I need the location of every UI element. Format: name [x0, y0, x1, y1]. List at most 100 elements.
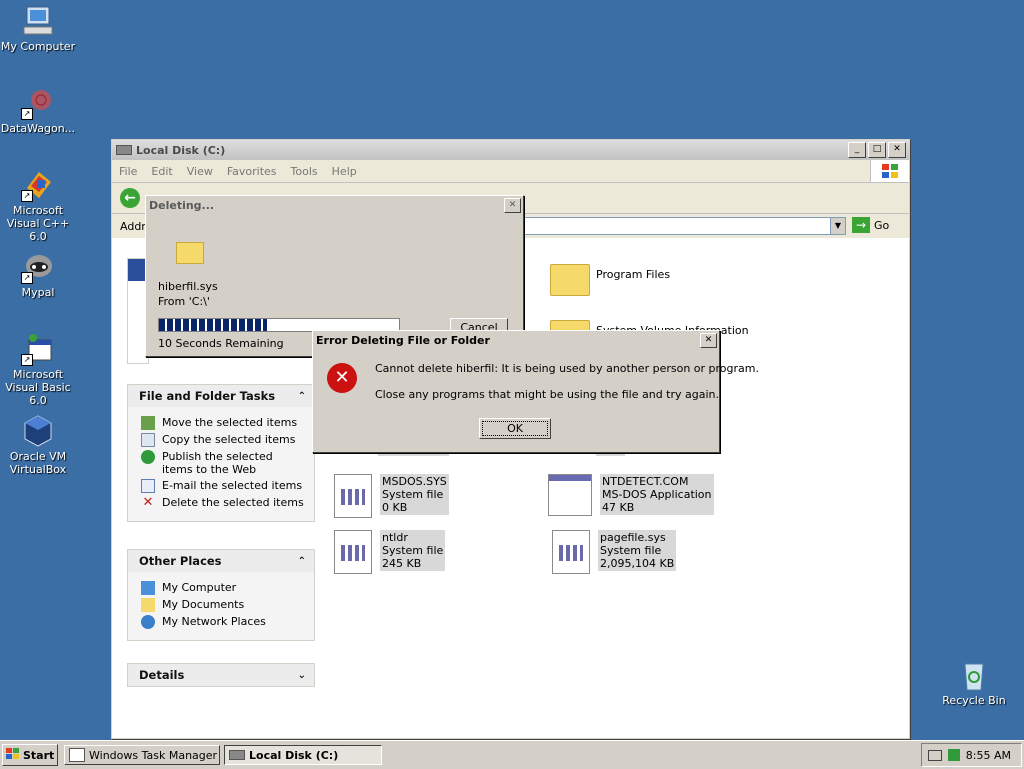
task-copy[interactable]: Copy the selected items [141, 433, 314, 447]
task-label: E-mail the selected items [162, 479, 303, 492]
collapse-icon[interactable]: ⌃ [298, 391, 306, 402]
place-my-documents[interactable]: My Documents [141, 598, 314, 612]
file-name: NTDETECT.COM [602, 475, 689, 488]
ok-button[interactable]: OK [479, 418, 551, 439]
close-button[interactable]: ✕ [700, 332, 717, 348]
recycle-bin-icon [957, 658, 991, 692]
menu-edit[interactable]: Edit [144, 165, 179, 178]
desktop-icon-visual-basic[interactable]: ↗ Microsoft Visual Basic 6.0 [0, 332, 78, 407]
menu-file[interactable]: File [112, 165, 144, 178]
start-label: Start [23, 748, 55, 762]
taskbar-button-task-manager[interactable]: Windows Task Manager [64, 745, 220, 765]
task-move[interactable]: Move the selected items [141, 416, 314, 430]
shortcut-arrow-icon: ↗ [21, 108, 33, 120]
task-publish[interactable]: Publish the selected items to the Web [141, 450, 314, 476]
task-email[interactable]: E-mail the selected items [141, 479, 314, 493]
file-size: 2,095,104 KB [600, 557, 675, 570]
file-folder-tasks-panel: File and Folder Tasks ⌃ Move the selecte… [127, 384, 315, 522]
task-label: Delete the selected items [162, 496, 304, 509]
task-delete[interactable]: ✕ Delete the selected items [141, 496, 314, 510]
file-item-msdos[interactable]: MSDOS.SYS System file 0 KB [334, 474, 449, 520]
menu-view[interactable]: View [180, 165, 220, 178]
desktop-icon-label: My Computer [0, 40, 76, 53]
file-name: Program Files [596, 268, 671, 281]
file-name: ntldr [382, 531, 408, 544]
desktop-icon-visual-cpp[interactable]: ↗ Microsoft Visual C++ 6.0 [0, 168, 78, 243]
file-type: MS-DOS Application [602, 488, 712, 501]
address-input[interactable] [522, 217, 840, 235]
menu-favorites[interactable]: Favorites [220, 165, 284, 178]
desktop-icon-mypal[interactable]: ↗ Mypal [0, 250, 78, 299]
minimize-button[interactable]: _ [848, 142, 866, 158]
start-button[interactable]: Start [2, 744, 58, 766]
desktop-icon-label: DataWagon... [0, 122, 76, 135]
ok-label: OK [507, 422, 523, 435]
panel-header[interactable]: File and Folder Tasks ⌃ [128, 385, 314, 407]
deleting-from-path: From 'C:\' [158, 295, 210, 308]
back-button[interactable]: ← [120, 188, 140, 208]
desktop-icon-recycle-bin[interactable]: Recycle Bin [934, 658, 1014, 707]
file-size: 47 KB [602, 501, 635, 514]
explorer-titlebar[interactable]: Local Disk (C:) _ □ ✕ [112, 140, 909, 160]
close-button[interactable]: ✕ [888, 142, 906, 158]
menu-tools[interactable]: Tools [284, 165, 325, 178]
deleting-dialog-titlebar[interactable]: Deleting... ✕ [146, 196, 523, 214]
file-name: MSDOS.SYS [382, 475, 447, 488]
virtualbox-icon [21, 414, 55, 448]
clock[interactable]: 8:55 AM [966, 749, 1011, 762]
file-item-pagefile[interactable]: pagefile.sys System file 2,095,104 KB [552, 530, 677, 576]
desktop-icon-virtualbox[interactable]: Oracle VM VirtualBox [0, 414, 78, 476]
file-item-ntldr[interactable]: ntldr System file 245 KB [334, 530, 446, 576]
folder-icon [550, 256, 590, 302]
desktop-icon-my-computer[interactable]: My Computer [0, 4, 78, 53]
task-label: Move the selected items [162, 416, 298, 429]
network-tray-icon[interactable] [947, 749, 960, 761]
move-icon [141, 416, 155, 430]
task-label: Publish the selected items to the Web [162, 450, 273, 476]
file-type: System file [382, 544, 444, 557]
network-places-icon [141, 615, 155, 629]
panel-header[interactable]: Details ⌄ [128, 664, 314, 686]
collapse-icon[interactable]: ⌃ [298, 556, 306, 567]
mypal-icon: ↗ [21, 250, 55, 284]
file-item-ntdetect[interactable]: NTDETECT.COM MS-DOS Application 47 KB [548, 474, 714, 520]
my-computer-icon [141, 581, 155, 595]
file-size: 245 KB [382, 557, 422, 570]
file-size: 0 KB [382, 501, 408, 514]
close-button[interactable]: ✕ [504, 197, 521, 213]
place-label: My Network Places [162, 615, 266, 628]
desktop-icon-label: Microsoft Visual C++ 6.0 [6, 204, 70, 243]
expand-icon[interactable]: ⌄ [298, 670, 306, 681]
desktop-icon-label: Oracle VM VirtualBox [9, 450, 67, 476]
place-label: My Documents [162, 598, 245, 611]
maximize-button[interactable]: □ [868, 142, 886, 158]
place-my-computer[interactable]: My Computer [141, 581, 314, 595]
taskbar: Start Windows Task Manager Local Disk (C… [0, 740, 1024, 769]
desktop-icon-datawagon[interactable]: ↗ DataWagon... [0, 86, 78, 135]
place-label: My Computer [162, 581, 237, 594]
publish-web-icon [141, 450, 155, 464]
go-arrow-icon: → [852, 217, 870, 233]
keyboard-icon[interactable] [927, 749, 942, 761]
dialog-title: Error Deleting File or Folder [316, 333, 490, 347]
my-documents-icon [141, 598, 155, 612]
file-type: System file [382, 488, 444, 501]
email-icon [141, 479, 155, 493]
deleting-file-name: hiberfil.sys [158, 280, 218, 293]
shortcut-arrow-icon: ↗ [21, 272, 33, 284]
address-dropdown-button[interactable]: ▼ [830, 217, 846, 235]
place-my-network-places[interactable]: My Network Places [141, 615, 314, 629]
desktop-icon-label: Mypal [21, 286, 55, 299]
panel-title: Details [139, 668, 185, 682]
windows-logo-icon [6, 747, 20, 763]
system-file-icon [334, 474, 374, 520]
error-icon: ✕ [327, 363, 357, 393]
go-button[interactable]: → Go [852, 217, 889, 233]
shortcut-arrow-icon: ↗ [21, 190, 33, 202]
copy-icon [141, 433, 155, 447]
panel-header[interactable]: Other Places ⌃ [128, 550, 314, 572]
menu-help[interactable]: Help [325, 165, 364, 178]
taskbar-button-local-disk[interactable]: Local Disk (C:) [224, 745, 382, 765]
file-item-program-files[interactable]: Program Files [550, 256, 670, 302]
error-dialog-titlebar[interactable]: Error Deleting File or Folder ✕ [313, 331, 719, 349]
